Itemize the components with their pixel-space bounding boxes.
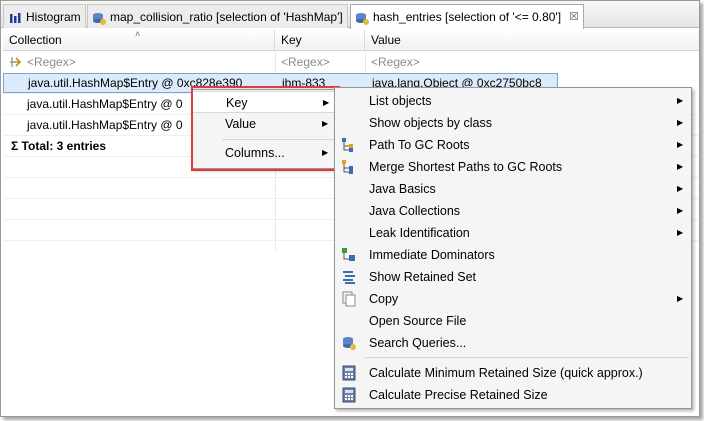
chevron-right-icon: ▶ [677,228,684,237]
chevron-right-icon: ▶ [677,118,684,127]
tab-label: hash_entries [selection of '<= 0.80'] [373,10,562,24]
menu-item-label: Merge Shortest Paths to GC Roots [369,160,563,174]
menu-item-label: Immediate Dominators [369,248,495,262]
tab-hash-entries[interactable]: hash_entries [selection of '<= 0.80'] ☒ [350,4,584,29]
search-queries-icon [341,335,357,351]
table-header: Collection ˄ Key Value [3,29,699,51]
menu-item-label: Java Basics [369,182,436,196]
column-header-collection[interactable]: Collection ˄ [3,29,275,51]
column-header-value[interactable]: Value [365,30,699,51]
menu-item-label: Copy [369,292,399,306]
regex-input-key[interactable]: <Regex> [275,52,365,73]
calculator-icon [341,387,357,403]
editor-window: Histogram map_collision_ratio [selection… [0,0,700,417]
menu-item-java-basics[interactable]: Java Basics ▶ [335,178,691,200]
chevron-right-icon: ▶ [677,206,684,215]
sigma-icon: Σ [11,139,19,153]
context-menu: List objects ▶ Show objects by class ▶ P… [334,87,692,409]
menu-item-label: Show objects by class [369,116,492,130]
column-label: Key [281,33,302,47]
collection-cell: java.util.HashMap$Entry @ 0 [27,97,183,111]
menu-item-calc-min-retained[interactable]: Calculate Minimum Retained Size (quick a… [335,362,691,384]
menu-item-label: Open Source File [369,314,467,328]
copy-icon [341,291,357,307]
menu-item-merge-shortest-paths[interactable]: Merge Shortest Paths to GC Roots ▶ [335,156,691,178]
highlight-box [191,86,340,171]
chevron-right-icon: ▶ [677,184,684,193]
menu-item-show-retained-set[interactable]: Show Retained Set [335,266,691,288]
menu-item-label: Calculate Precise Retained Size [369,388,548,402]
close-icon[interactable]: ☒ [569,6,579,28]
menu-item-copy[interactable]: Copy ▶ [335,288,691,310]
calculator-icon [341,365,357,381]
menu-item-immediate-dominators[interactable]: Immediate Dominators [335,244,691,266]
tree-path-icon [341,137,357,153]
menu-item-label: Java Collections [369,204,461,218]
query-db-icon [92,10,106,25]
tab-bar: Histogram map_collision_ratio [selection… [1,1,699,29]
merge-paths-icon [341,159,357,175]
chevron-right-icon: ▶ [677,96,684,105]
chevron-right-icon: ▶ [677,294,684,303]
menu-item-label: List objects [369,94,432,108]
sort-up-icon: ˄ [135,29,141,39]
query-db-icon [355,10,369,25]
retained-set-icon [341,269,357,285]
tab-label: map_collision_ratio [selection of 'HashM… [110,9,343,24]
column-header-key[interactable]: Key [275,30,365,51]
menu-item-label: Show Retained Set [369,270,477,284]
tab-map-collision-ratio[interactable]: map_collision_ratio [selection of 'HashM… [87,4,348,28]
chevron-right-icon: ▶ [677,162,684,171]
histogram-icon [8,10,22,24]
regex-input-collection[interactable]: <Regex> [21,52,271,73]
menu-item-path-to-gc-roots[interactable]: Path To GC Roots ▶ [335,134,691,156]
column-label: Value [371,33,401,47]
menu-item-calc-precise-retained[interactable]: Calculate Precise Retained Size [335,384,691,406]
menu-item-leak-identification[interactable]: Leak Identification ▶ [335,222,691,244]
menu-item-show-objects-by-class[interactable]: Show objects by class ▶ [335,112,691,134]
menu-separator [365,357,689,358]
menu-item-list-objects[interactable]: List objects ▶ [335,90,691,112]
menu-item-search-queries[interactable]: Search Queries... [335,332,691,354]
menu-item-open-source-file[interactable]: Open Source File [335,310,691,332]
collection-cell: java.util.HashMap$Entry @ 0 [27,118,183,132]
menu-item-label: Calculate Minimum Retained Size (quick a… [369,366,643,380]
tab-label: Histogram [26,9,81,24]
chevron-right-icon: ▶ [677,140,684,149]
menu-item-label: Search Queries... [369,336,467,350]
regex-input-value[interactable]: <Regex> [365,52,565,73]
menu-item-java-collections[interactable]: Java Collections ▶ [335,200,691,222]
regex-filter-row: <Regex> <Regex> <Regex> [3,52,699,73]
total-label: Total: 3 entries [21,139,107,153]
menu-item-label: Leak Identification [369,226,470,240]
tab-histogram[interactable]: Histogram [3,4,86,28]
column-label: Collection [9,33,62,47]
menu-item-label: Path To GC Roots [369,138,470,152]
dominators-icon [341,247,357,263]
